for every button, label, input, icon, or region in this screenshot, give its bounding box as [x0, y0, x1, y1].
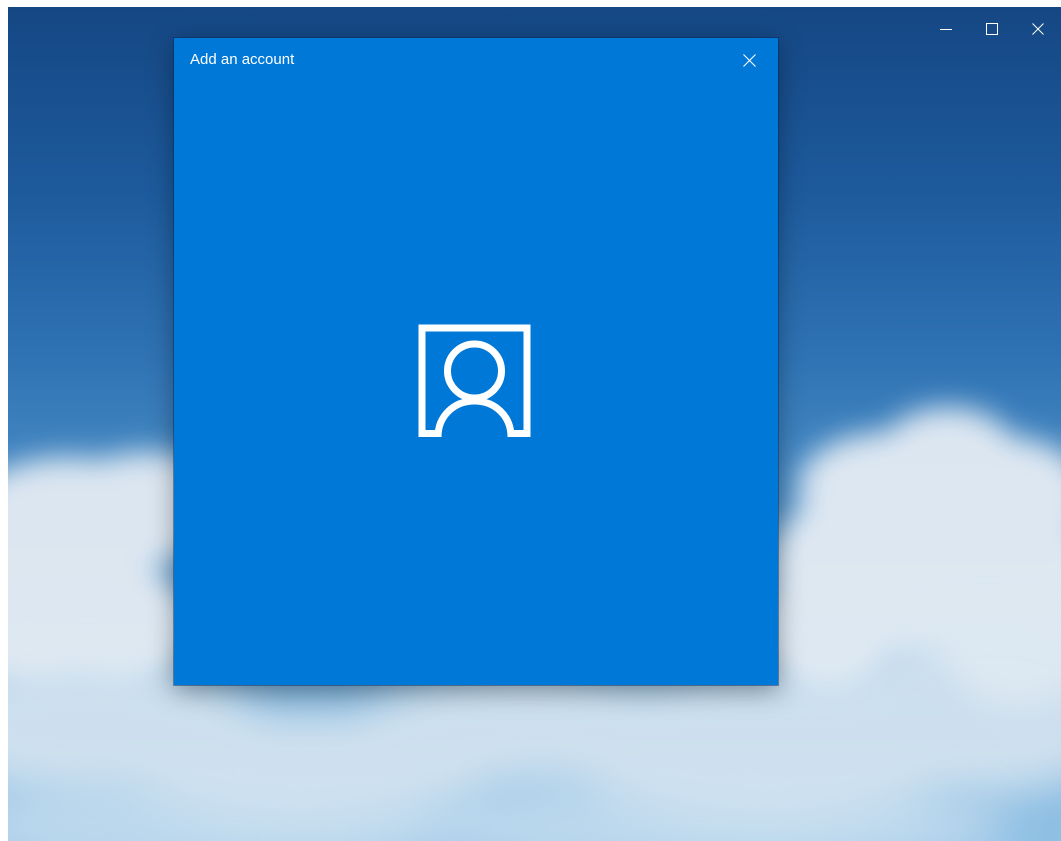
maximize-icon	[986, 23, 998, 35]
minimize-button[interactable]	[923, 7, 969, 51]
person-account-icon	[418, 324, 531, 437]
window-controls	[923, 7, 1061, 51]
dialog-close-button[interactable]	[734, 47, 764, 73]
maximize-button[interactable]	[969, 7, 1015, 51]
dialog-title: Add an account	[190, 51, 295, 68]
add-account-dialog: Add an account	[174, 38, 778, 685]
close-icon	[742, 53, 756, 67]
close-icon	[1032, 23, 1044, 35]
minimize-icon	[940, 29, 952, 30]
close-button[interactable]	[1015, 7, 1061, 51]
dialog-titlebar: Add an account	[174, 38, 778, 82]
app-window: Add an account	[8, 7, 1061, 841]
screen: Add an account	[0, 0, 1061, 841]
